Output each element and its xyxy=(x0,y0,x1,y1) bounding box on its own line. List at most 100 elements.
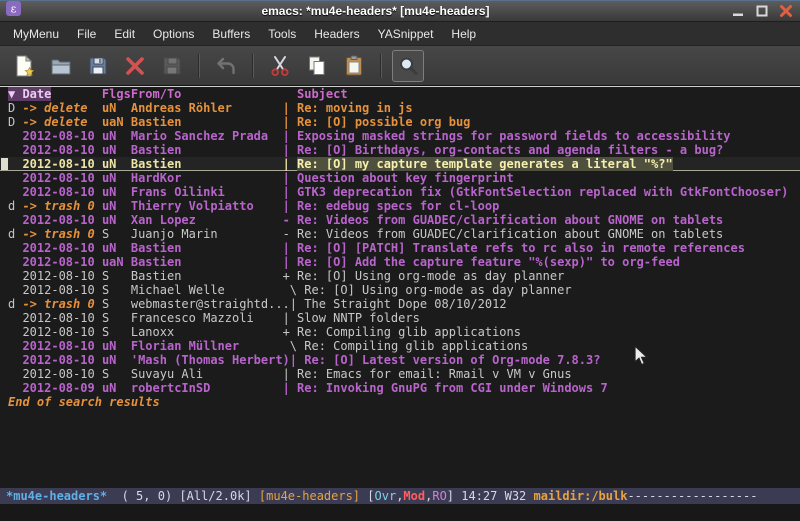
message-row[interactable]: 2012-08-10 uaN Bastien | Re: [O] Add the… xyxy=(0,255,800,269)
from-cell: Frans Oilinki xyxy=(131,185,283,199)
from-cell: Andreas Röhler xyxy=(131,101,283,115)
menu-help[interactable]: Help xyxy=(442,23,485,45)
message-subject: GTK3 deprecation fix (GtkFontSelection r… xyxy=(297,185,788,199)
kill-buffer-icon[interactable] xyxy=(119,50,151,82)
modeline-readonly-flag[interactable]: RO xyxy=(432,489,446,503)
mark-cell xyxy=(8,143,22,157)
from-cell: Bastien xyxy=(131,269,283,283)
mark-cell xyxy=(8,283,22,297)
from-cell: Bastien xyxy=(131,241,283,255)
modeline-overwrite-flag[interactable]: Ovr xyxy=(375,489,397,503)
maximize-button[interactable] xyxy=(754,3,770,19)
message-row[interactable]: D -> delete uN Andreas Röhler | Re: movi… xyxy=(0,101,800,115)
copy-icon[interactable] xyxy=(301,50,333,82)
from-cell: Mario Sanchez Prada xyxy=(131,129,283,143)
message-row[interactable]: 2012-08-10 uN Bastien | Re: [O] my captu… xyxy=(0,157,800,171)
message-row[interactable]: 2012-08-10 uN HardKor | Question about k… xyxy=(0,171,800,185)
modeline-major-mode[interactable]: [mu4e-headers] xyxy=(259,489,367,503)
svg-text:ε: ε xyxy=(11,3,17,16)
date-cell: 2012-08-10 xyxy=(22,143,101,157)
menu-headers[interactable]: Headers xyxy=(305,23,368,45)
mark-cell xyxy=(8,171,22,185)
message-row[interactable]: D -> delete uaN Bastien | Re: [O] possib… xyxy=(0,115,800,129)
menu-edit[interactable]: Edit xyxy=(105,23,144,45)
mark-cell: d xyxy=(8,199,22,213)
mark-cell xyxy=(8,353,22,367)
from-cell: Bastien xyxy=(131,143,283,157)
paste-icon[interactable] xyxy=(338,50,370,82)
message-row[interactable]: 2012-08-10 uN Xan Lopez - Re: Videos fro… xyxy=(0,213,800,227)
thread-separator: | xyxy=(290,297,304,311)
thread-separator: | xyxy=(283,381,297,395)
from-cell: Florian Müllner xyxy=(131,339,283,353)
message-row[interactable]: 2012-08-10 S Suvayu Ali | Re: Emacs for … xyxy=(0,367,800,381)
close-button[interactable] xyxy=(778,3,794,19)
thread-separator: | xyxy=(283,157,297,171)
from-cell: 'Mash (Thomas Herbert) xyxy=(131,353,290,367)
cut-icon[interactable] xyxy=(264,50,296,82)
message-row[interactable]: 2012-08-10 uN Frans Oilinki | GTK3 depre… xyxy=(0,185,800,199)
date-cell: 2012-08-10 xyxy=(22,269,101,283)
open-file-icon[interactable] xyxy=(45,50,77,82)
message-row[interactable]: 2012-08-10 uN Mario Sanchez Prada | Expo… xyxy=(0,129,800,143)
message-row[interactable]: d -> trash 0 S webmaster@straightd...| T… xyxy=(0,297,800,311)
menu-yasnippet[interactable]: YASnippet xyxy=(369,23,443,45)
flags-cell: uN xyxy=(102,213,131,227)
mark-cell xyxy=(8,241,22,255)
minimize-button[interactable] xyxy=(730,3,746,19)
message-subject: Re: [O] Add the capture feature "%(sexp)… xyxy=(297,255,680,269)
from-cell: Bastien xyxy=(131,157,283,171)
modeline-buffer-name[interactable]: *mu4e-headers* xyxy=(6,489,107,503)
message-row[interactable]: 2012-08-10 uN Bastien | Re: [O] [PATCH] … xyxy=(0,241,800,255)
message-row[interactable]: 2012-08-10 uN Florian Müllner \ Re: Comp… xyxy=(0,339,800,353)
menu-tools[interactable]: Tools xyxy=(259,23,305,45)
titlebar[interactable]: ε emacs: *mu4e-headers* [mu4e-headers] xyxy=(0,0,800,22)
modeline-modified-flag[interactable]: Mod xyxy=(403,489,425,503)
date-cell: 2012-08-10 xyxy=(22,241,101,255)
flags-cell: uN xyxy=(102,199,131,213)
message-subject: Re: [O] Using org-mode as day planner xyxy=(297,269,564,283)
save-icon[interactable] xyxy=(82,50,114,82)
flags-cell: uN xyxy=(102,143,131,157)
menu-buffers[interactable]: Buffers xyxy=(203,23,259,45)
modeline-time: 14:27 xyxy=(461,489,504,503)
flags-cell: uN xyxy=(102,339,131,353)
menu-file[interactable]: File xyxy=(68,23,105,45)
modeline-bracket-close: ] xyxy=(447,489,461,503)
menu-mymenu[interactable]: MyMenu xyxy=(4,23,68,45)
mark-cell xyxy=(8,269,22,283)
flags-cell: uaN xyxy=(102,255,131,269)
new-file-icon[interactable] xyxy=(8,50,40,82)
message-subject: The Straight Dope 08/10/2012 xyxy=(304,297,506,311)
message-row[interactable]: d -> trash 0 uN Thierry Volpiatto | Re: … xyxy=(0,199,800,213)
toolbar-separator xyxy=(198,54,200,78)
message-row[interactable]: 2012-08-09 uN robertcInSD | Re: Invoking… xyxy=(0,381,800,395)
message-row[interactable]: 2012-08-10 S Lanoxx + Re: Compiling glib… xyxy=(0,325,800,339)
mark-cell xyxy=(8,157,22,171)
message-subject: Re: Compiling glib applications xyxy=(304,339,528,353)
message-subject: Slow NNTP folders xyxy=(297,311,420,325)
message-subject: Re: Emacs for email: Rmail v VM v Gnus xyxy=(297,367,572,381)
window-buttons xyxy=(730,3,794,19)
message-row[interactable]: d -> trash 0 S Juanjo Marin - Re: Videos… xyxy=(0,227,800,241)
thread-separator: + xyxy=(283,325,297,339)
flags-cell: uaN xyxy=(102,115,131,129)
from-cell: Juanjo Marin xyxy=(131,227,283,241)
echo-area[interactable] xyxy=(0,504,800,521)
thread-separator: | xyxy=(283,129,297,143)
message-row[interactable]: 2012-08-10 S Michael Welle \ Re: [O] Usi… xyxy=(0,283,800,297)
message-row[interactable]: 2012-08-10 S Francesco Mazzoli | Slow NN… xyxy=(0,311,800,325)
flags-cell: S xyxy=(102,311,131,325)
message-row[interactable]: 2012-08-10 uN 'Mash (Thomas Herbert)| Re… xyxy=(0,353,800,367)
message-subject: Re: Videos from GUADEC/clarification abo… xyxy=(297,227,723,241)
message-row[interactable]: 2012-08-10 uN Bastien | Re: [O] Birthday… xyxy=(0,143,800,157)
toolbar xyxy=(0,46,800,86)
modeline-week: W32 xyxy=(505,489,534,503)
date-cell: 2012-08-10 xyxy=(22,353,101,367)
message-row[interactable]: 2012-08-10 S Bastien + Re: [O] Using org… xyxy=(0,269,800,283)
search-icon[interactable] xyxy=(392,50,424,82)
message-subject: Re: [O] Birthdays, org-contacts and agen… xyxy=(297,143,723,157)
thread-separator: | xyxy=(283,101,297,115)
menu-options[interactable]: Options xyxy=(144,23,203,45)
flags-cell: uN xyxy=(102,101,131,115)
